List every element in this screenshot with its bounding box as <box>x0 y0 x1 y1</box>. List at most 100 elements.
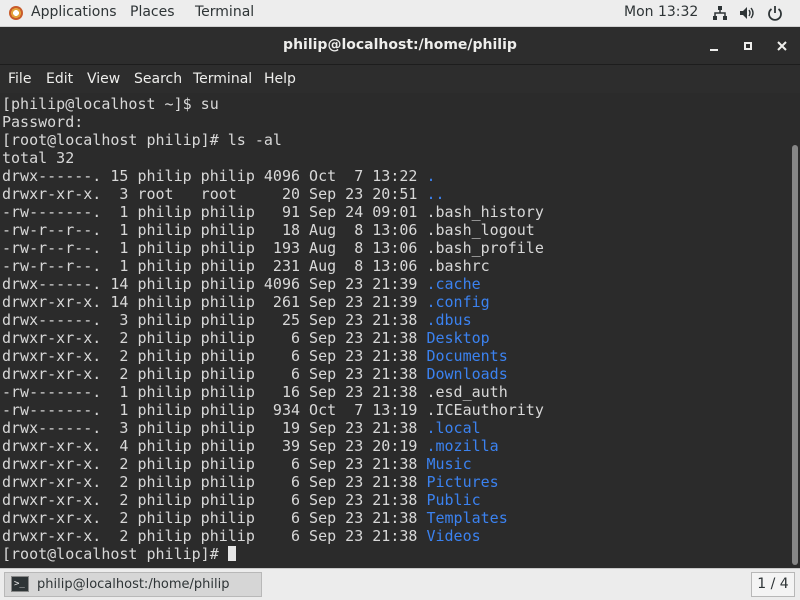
file-name: .ICEauthority <box>426 401 544 419</box>
terminal-line: -rw-r--r--. 1 philip philip 193 Aug 8 13… <box>2 239 790 257</box>
directory-name: Pictures <box>426 473 499 491</box>
terminal-line: Password: <box>2 113 790 131</box>
terminal-line-text: -rw-------. 1 philip philip 934 Oct 7 13… <box>2 401 427 419</box>
directory-name: .. <box>426 185 445 203</box>
terminal-line-text: -rw-r--r--. 1 philip philip 193 Aug 8 13… <box>2 239 427 257</box>
maximize-icon <box>744 42 752 50</box>
terminal-line-text: drwxr-xr-x. 4 philip philip 39 Sep 23 20… <box>2 437 427 455</box>
minimize-button[interactable] <box>703 35 725 57</box>
minimize-icon <box>710 49 718 51</box>
file-name: .bash_history <box>426 203 544 221</box>
directory-name: Downloads <box>426 365 508 383</box>
menu-edit[interactable]: Edit <box>46 71 73 87</box>
terminal-line: drwxr-xr-x. 4 philip philip 39 Sep 23 20… <box>2 437 790 455</box>
file-name: .esd_auth <box>426 383 508 401</box>
terminal-line-text: drwxr-xr-x. 14 philip philip 261 Sep 23 … <box>2 293 427 311</box>
terminal-line-text: [root@localhost philip]# <box>2 545 228 563</box>
terminal-cursor <box>227 546 236 561</box>
top-bar: Applications Places Terminal Mon 13:32 <box>0 0 800 27</box>
terminal-line-text: drwx------. 14 philip philip 4096 Sep 23… <box>2 275 427 293</box>
directory-name: .cache <box>426 275 481 293</box>
terminal-line: drwxr-xr-x. 2 philip philip 6 Sep 23 21:… <box>2 329 790 347</box>
terminal-line-text: drwxr-xr-x. 2 philip philip 6 Sep 23 21:… <box>2 347 427 365</box>
network-icon[interactable] <box>712 5 728 21</box>
terminal-line: -rw-------. 1 philip philip 16 Sep 23 21… <box>2 383 790 401</box>
window-titlebar[interactable]: philip@localhost:/home/philip <box>0 27 800 64</box>
directory-name: .config <box>426 293 490 311</box>
directory-name: Videos <box>426 527 481 545</box>
terminal-line: -rw-------. 1 philip philip 934 Oct 7 13… <box>2 401 790 419</box>
directory-name: . <box>426 167 436 185</box>
terminal-line: drwx------. 3 philip philip 19 Sep 23 21… <box>2 419 790 437</box>
terminal-line: drwxr-xr-x. 2 philip philip 6 Sep 23 21:… <box>2 365 790 383</box>
menu-help[interactable]: Help <box>264 71 296 87</box>
terminal-line: drwxr-xr-x. 2 philip philip 6 Sep 23 21:… <box>2 455 790 473</box>
file-name: .bash_profile <box>426 239 544 257</box>
terminal-line-text: [philip@localhost ~]$ su <box>2 95 219 113</box>
close-button[interactable] <box>771 35 793 57</box>
directory-name: .dbus <box>426 311 472 329</box>
directory-name: Desktop <box>426 329 490 347</box>
menu-view[interactable]: View <box>87 71 120 87</box>
maximize-button[interactable] <box>737 35 759 57</box>
terminal-app-menu[interactable]: Terminal <box>195 4 254 20</box>
terminal-line-text: -rw-------. 1 philip philip 91 Sep 24 09… <box>2 203 427 221</box>
terminal-output[interactable]: [philip@localhost ~]$ su Password: [root@l… <box>0 93 790 568</box>
terminal-line: drwxr-xr-x. 2 philip philip 6 Sep 23 21:… <box>2 347 790 365</box>
workspace-switcher[interactable]: 1 / 4 <box>751 572 795 597</box>
terminal-line-text: drwxr-xr-x. 3 root root 20 Sep 23 20:51 <box>2 185 427 203</box>
close-icon <box>777 41 787 51</box>
terminal-line-text: drwx------. 3 philip philip 19 Sep 23 21… <box>2 419 427 437</box>
menu-terminal[interactable]: Terminal <box>193 71 252 87</box>
directory-name: Public <box>426 491 481 509</box>
terminal-line: drwxr-xr-x. 2 philip philip 6 Sep 23 21:… <box>2 527 790 545</box>
terminal-line: drwx------. 3 philip philip 25 Sep 23 21… <box>2 311 790 329</box>
terminal-line: -rw-r--r--. 1 philip philip 231 Aug 8 13… <box>2 257 790 275</box>
terminal-line: drwxr-xr-x. 2 philip philip 6 Sep 23 21:… <box>2 473 790 491</box>
terminal-line: -rw-r--r--. 1 philip philip 18 Aug 8 13:… <box>2 221 790 239</box>
terminal-line: drwxr-xr-x. 2 philip philip 6 Sep 23 21:… <box>2 491 790 509</box>
taskbar: >_ philip@localhost:/home/philip 1 / 4 <box>0 568 800 600</box>
terminal-line-text: [root@localhost philip]# ls -al <box>2 131 282 149</box>
terminal-line-text: drwxr-xr-x. 2 philip philip 6 Sep 23 21:… <box>2 329 427 347</box>
terminal-line: drwxr-xr-x. 3 root root 20 Sep 23 20:51 … <box>2 185 790 203</box>
terminal-scrollbar[interactable] <box>790 93 800 568</box>
directory-name: .local <box>426 419 481 437</box>
menu-search[interactable]: Search <box>134 71 182 87</box>
taskbar-window-label: philip@localhost:/home/philip <box>37 577 230 592</box>
terminal-line: drwxr-xr-x. 14 philip philip 261 Sep 23 … <box>2 293 790 311</box>
terminal-line-text: Password: <box>2 113 84 131</box>
terminal-line-text: drwx------. 3 philip philip 25 Sep 23 21… <box>2 311 427 329</box>
terminal-line-text: drwx------. 15 philip philip 4096 Oct 7 … <box>2 167 427 185</box>
volume-icon[interactable] <box>739 5 755 21</box>
power-icon[interactable] <box>767 5 783 21</box>
terminal-line-text: drwxr-xr-x. 2 philip philip 6 Sep 23 21:… <box>2 509 427 527</box>
directory-name: .mozilla <box>426 437 499 455</box>
terminal-line: drwx------. 14 philip philip 4096 Sep 23… <box>2 275 790 293</box>
terminal-line-text: -rw-r--r--. 1 philip philip 18 Aug 8 13:… <box>2 221 427 239</box>
menu-bar: File Edit View Search Terminal Help <box>0 64 800 93</box>
window-title: philip@localhost:/home/philip <box>283 37 517 53</box>
terminal-line: total 32 <box>2 149 790 167</box>
applications-icon[interactable] <box>9 6 23 20</box>
directory-name: Documents <box>426 347 508 365</box>
terminal-line-text: drwxr-xr-x. 2 philip philip 6 Sep 23 21:… <box>2 473 427 491</box>
scrollbar-thumb[interactable] <box>792 145 798 565</box>
file-name: .bashrc <box>426 257 490 275</box>
terminal-line-text: -rw-r--r--. 1 philip philip 231 Aug 8 13… <box>2 257 427 275</box>
directory-name: Templates <box>426 509 508 527</box>
terminal-line: drwxr-xr-x. 2 philip philip 6 Sep 23 21:… <box>2 509 790 527</box>
terminal-line: -rw-------. 1 philip philip 91 Sep 24 09… <box>2 203 790 221</box>
terminal-line: [root@localhost philip]# <box>2 545 790 563</box>
terminal-line: [root@localhost philip]# ls -al <box>2 131 790 149</box>
terminal-line: drwx------. 15 philip philip 4096 Oct 7 … <box>2 167 790 185</box>
terminal-line: [philip@localhost ~]$ su <box>2 95 790 113</box>
clock[interactable]: Mon 13:32 <box>624 4 698 20</box>
terminal-line-text: total 32 <box>2 149 75 167</box>
taskbar-window-button[interactable]: >_ philip@localhost:/home/philip <box>4 572 262 597</box>
directory-name: Music <box>426 455 472 473</box>
menu-file[interactable]: File <box>8 71 31 87</box>
places-menu[interactable]: Places <box>130 4 175 20</box>
terminal-icon: >_ <box>11 576 29 592</box>
applications-menu[interactable]: Applications <box>31 4 117 20</box>
